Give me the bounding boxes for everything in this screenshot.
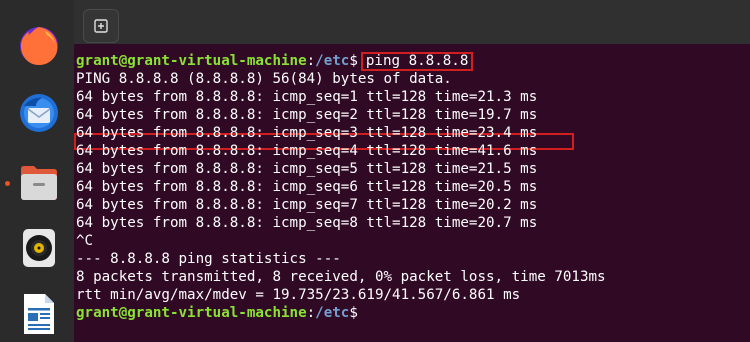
prompt-colon: : — [306, 305, 316, 321]
output-line: 64 bytes from 8.8.8.8: icmp_seq=4 ttl=12… — [76, 143, 538, 159]
desktop: grant@grant-virtual-machine:/etc$ ping 8.… — [0, 0, 750, 342]
prompt-user-host: grant@grant-virtual-machine — [76, 305, 307, 321]
prompt-line: grant@grant-virtual-machine:/etc$ — [76, 304, 358, 322]
dock — [0, 0, 74, 342]
new-tab-button[interactable] — [83, 9, 119, 43]
output-line: 64 bytes from 8.8.8.8: icmp_seq=1 ttl=12… — [76, 89, 538, 105]
output-line: ^C — [76, 233, 94, 249]
active-app-indicator — [5, 181, 10, 186]
output-line: 64 bytes from 8.8.8.8: icmp_seq=5 ttl=12… — [76, 161, 538, 177]
prompt-symbol: $ — [349, 305, 358, 321]
output-line: 64 bytes from 8.8.8.8: icmp_seq=6 ttl=12… — [76, 179, 538, 195]
output-line: 64 bytes from 8.8.8.8: icmp_seq=3 ttl=12… — [76, 125, 538, 141]
output-line: 64 bytes from 8.8.8.8: icmp_seq=8 ttl=12… — [76, 215, 538, 231]
output-line: --- 8.8.8.8 ping statistics --- — [76, 251, 341, 267]
prompt-user-host: grant@grant-virtual-machine — [76, 53, 307, 69]
prompt-symbol: $ — [349, 53, 358, 69]
rhythmbox-icon[interactable] — [17, 226, 61, 270]
terminal-output[interactable]: grant@grant-virtual-machine:/etc$ ping 8.… — [74, 44, 750, 342]
highlighted-command: ping 8.8.8.8 — [360, 52, 474, 71]
prompt-path: /etc — [315, 53, 350, 69]
prompt-colon: : — [306, 53, 316, 69]
output-line: rtt min/avg/max/mdev = 19.735/23.619/41.… — [76, 287, 521, 303]
files-icon[interactable] — [17, 161, 61, 205]
output-line: 64 bytes from 8.8.8.8: icmp_seq=2 ttl=12… — [76, 107, 538, 123]
output-line: 64 bytes from 8.8.8.8: icmp_seq=7 ttl=12… — [76, 197, 538, 213]
terminal-window: grant@grant-virtual-machine:/etc$ ping 8.… — [74, 0, 750, 342]
writer-icon[interactable] — [17, 292, 61, 336]
terminal-titlebar — [74, 0, 750, 44]
thunderbird-icon[interactable] — [17, 91, 61, 135]
output-line: PING 8.8.8.8 (8.8.8.8) 56(84) bytes of d… — [76, 71, 452, 87]
command-line: grant@grant-virtual-machine:/etc$ ping 8.… — [76, 52, 474, 71]
firefox-icon[interactable] — [17, 24, 61, 68]
output-line: 8 packets transmitted, 8 received, 0% pa… — [76, 269, 606, 285]
prompt-path: /etc — [315, 305, 350, 321]
new-tab-icon — [94, 19, 108, 33]
